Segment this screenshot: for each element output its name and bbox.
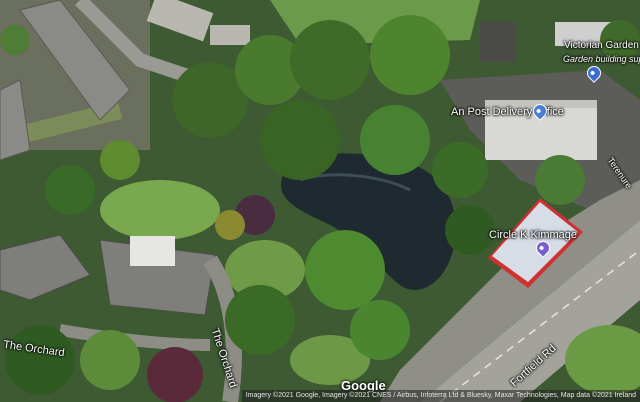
poi-label-victorian-garden-buildings[interactable]: Victorian Garden Buildings xyxy=(564,40,640,51)
poi-sublabel-garden-building-supplier: Garden building supplier xyxy=(563,54,640,64)
map-attribution: Imagery ©2021 Google, Imagery ©2021 CNES… xyxy=(241,390,640,402)
satellite-map[interactable]: Victorian Garden Buildings Garden buildi… xyxy=(0,0,640,402)
satellite-imagery[interactable] xyxy=(0,0,640,402)
poi-label-circle-k-kimmage[interactable]: Circle K Kimmage xyxy=(489,229,577,241)
